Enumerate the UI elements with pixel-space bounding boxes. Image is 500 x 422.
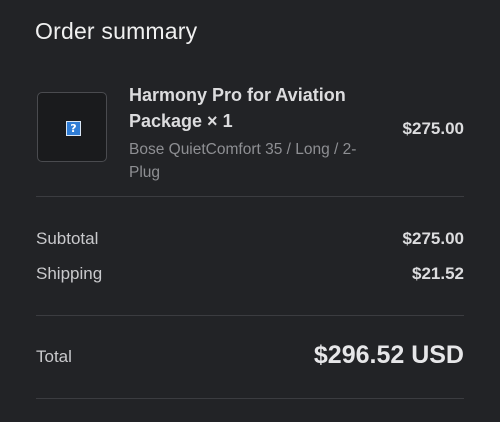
line-item-info: Harmony Pro for Aviation Package × 1 Bos… xyxy=(129,82,379,184)
product-name: Harmony Pro for Aviation Package × 1 xyxy=(129,85,346,131)
shipping-label: Shipping xyxy=(36,264,103,283)
shipping-row: Shipping $21.52 xyxy=(36,264,464,288)
broken-image-icon: ? xyxy=(66,121,81,136)
divider xyxy=(36,315,464,316)
total-label: Total xyxy=(36,347,72,366)
line-item-price: $275.00 xyxy=(402,119,464,138)
line-item: ? Harmony Pro for Aviation Package × 1 B… xyxy=(36,80,464,181)
order-summary-panel: Order summary ? Harmony Pro for Aviation… xyxy=(0,0,500,422)
product-variant: Bose QuietComfort 35 / Long / 2-Plug xyxy=(129,141,357,181)
subtotal-row: Subtotal $275.00 xyxy=(36,229,464,253)
divider xyxy=(36,398,464,399)
order-summary-title: Order summary xyxy=(35,18,198,44)
subtotal-value: $275.00 xyxy=(402,229,464,248)
product-thumbnail: ? xyxy=(37,92,107,162)
shipping-value: $21.52 xyxy=(412,264,464,283)
subtotal-label: Subtotal xyxy=(36,229,99,248)
divider xyxy=(36,196,464,197)
total-value: $296.52 USD xyxy=(313,341,464,369)
